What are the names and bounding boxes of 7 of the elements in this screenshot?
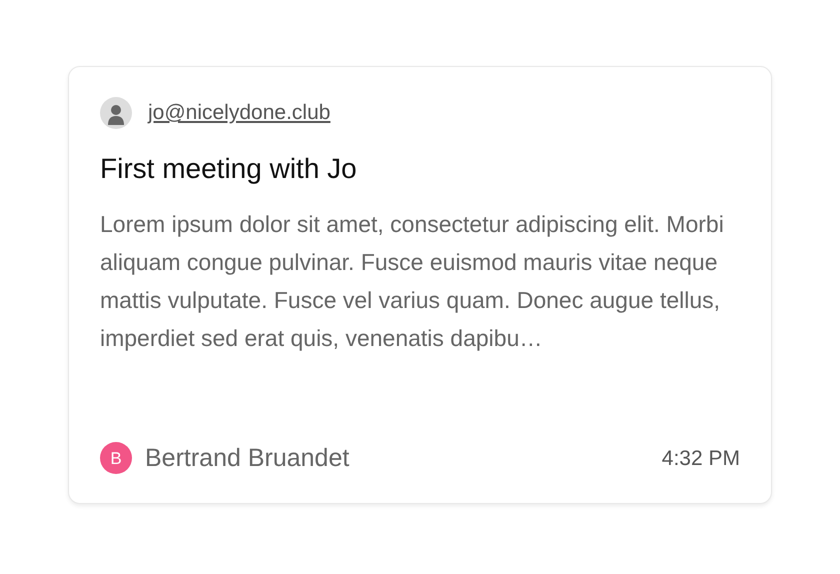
person-avatar-icon	[100, 97, 132, 129]
email-title: First meeting with Jo	[100, 152, 358, 186]
timestamp: 4:32 PM	[662, 446, 740, 472]
author-name: Bertrand Bruandet	[145, 442, 350, 474]
author-avatar: B	[100, 442, 132, 474]
email-link[interactable]: jo@nicelydone.club	[148, 97, 330, 129]
email-preview: Lorem ipsum dolor sit amet, consectetur adipiscing elit. Morbi aliquam congue pulvinar. Fusce euismod mauris vitae neque mattis vulputate. Fusce vel varius quam. Donec augue tellus, imperdiet sed erat quis, venenatis dapibu…	[100, 210, 725, 353]
